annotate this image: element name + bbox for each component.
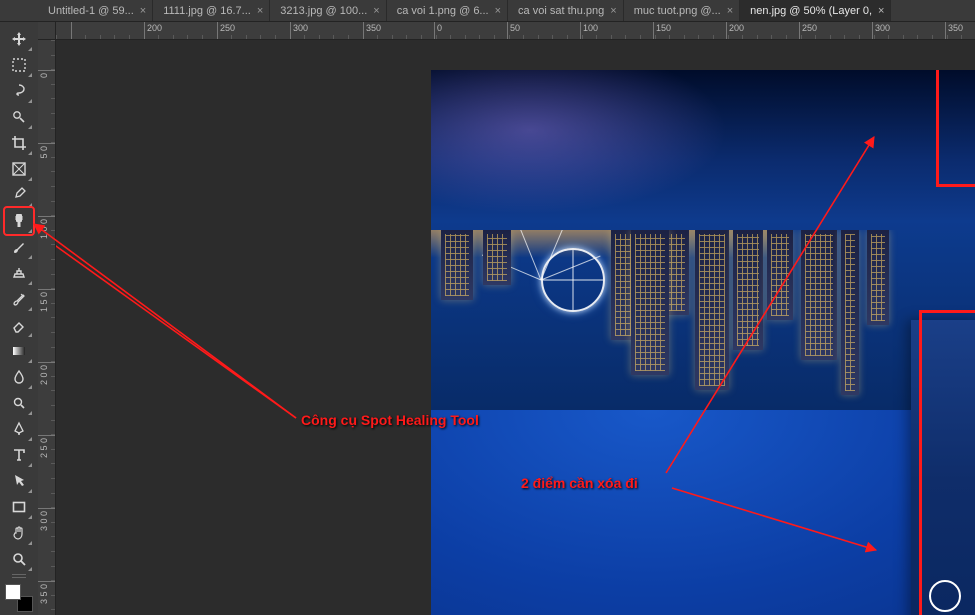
image-region-city: [431, 220, 975, 410]
brush-cursor: [929, 580, 961, 612]
ruler-tick-label: 200: [729, 23, 744, 33]
annotation-points-label: 2 điểm cần xóa đi: [521, 475, 638, 491]
path-selection-tool[interactable]: [5, 468, 33, 494]
color-swatches[interactable]: [5, 584, 33, 612]
crop-tool[interactable]: [5, 130, 33, 156]
spot-healing-brush-tool[interactable]: [5, 208, 33, 234]
doc-tab-label: nen.jpg @ 50% (Layer 0,: [750, 5, 872, 17]
doc-tab-label: Untitled-1 @ 59...: [48, 5, 134, 17]
foreground-color-swatch[interactable]: [5, 584, 21, 600]
ruler-tick-label: 3 0 0: [40, 511, 49, 531]
canvas-viewport[interactable]: Công cụ Spot Healing Tool 2 điểm cần xóa…: [56, 40, 975, 615]
quick-selection-tool[interactable]: [5, 104, 33, 130]
image-region-sky: [431, 410, 975, 615]
doc-tab-label: ca voi sat thu.png: [518, 5, 604, 17]
doc-tab[interactable]: nen.jpg @ 50% (Layer 0, ×: [740, 0, 891, 21]
zoom-tool[interactable]: [5, 546, 33, 572]
history-brush-tool[interactable]: [5, 286, 33, 312]
ruler-tick-label: 3 5 0: [40, 584, 49, 604]
tool-separator: [6, 572, 32, 580]
doc-tab[interactable]: ca voi sat thu.png ×: [508, 0, 624, 21]
tools-panel: [0, 22, 38, 615]
close-icon[interactable]: ×: [610, 5, 616, 17]
ruler-tick-label: 350: [366, 23, 381, 33]
pen-tool[interactable]: [5, 416, 33, 442]
ruler-tick-label: 50: [510, 23, 520, 33]
document-tabs: Untitled-1 @ 59...×1111.jpg @ 16.7...×32…: [0, 0, 975, 22]
ruler-tick-label: 250: [802, 23, 817, 33]
ruler-tick-label: 200: [147, 23, 162, 33]
ruler-tick-label: 1 5 0: [40, 292, 49, 312]
image-artifact-patch: [911, 320, 975, 615]
move-tool[interactable]: [5, 26, 33, 52]
blur-tool[interactable]: [5, 364, 33, 390]
ruler-tick-label: 350: [948, 23, 963, 33]
ruler-tick-label: 300: [875, 23, 890, 33]
ruler-tick-label: 2 5 0: [40, 438, 49, 458]
doc-tab-label: 1111.jpg @ 16.7...: [163, 5, 251, 17]
ruler-tick-label: 150: [656, 23, 671, 33]
annotation-spot-healing-label: Công cụ Spot Healing Tool: [301, 412, 479, 428]
doc-tab-label: ca voi 1.png @ 6...: [397, 5, 489, 17]
eraser-tool[interactable]: [5, 312, 33, 338]
eyedropper-tool[interactable]: [5, 182, 33, 208]
ruler-tick-label: 2 0 0: [40, 365, 49, 385]
doc-tab[interactable]: 1111.jpg @ 16.7... ×: [153, 0, 270, 21]
ruler-tick-label: 250: [220, 23, 235, 33]
rectangular-marquee-tool[interactable]: [5, 52, 33, 78]
ruler-tick-label: 1 0 0: [40, 219, 49, 239]
ruler-tick-label: 300: [293, 23, 308, 33]
ruler-tick-label: 100: [583, 23, 598, 33]
rectangle-tool[interactable]: [5, 494, 33, 520]
dodge-tool[interactable]: [5, 390, 33, 416]
close-icon[interactable]: ×: [495, 5, 501, 17]
document-canvas[interactable]: [431, 70, 975, 615]
close-icon[interactable]: ×: [140, 5, 146, 17]
close-icon[interactable]: ×: [878, 5, 884, 17]
close-icon[interactable]: ×: [257, 5, 263, 17]
ruler-origin[interactable]: [38, 22, 56, 40]
doc-tab[interactable]: 3213.jpg @ 100... ×: [270, 0, 386, 21]
close-icon[interactable]: ×: [373, 5, 379, 17]
doc-tab[interactable]: Untitled-1 @ 59... ×: [38, 0, 153, 21]
frame-tool[interactable]: [5, 156, 33, 182]
ruler-vertical[interactable]: 0 5 0 1 0 0 1 5 0 2 0 0 2 5 0 3 0 0 3 5 0: [38, 40, 56, 615]
hand-tool[interactable]: [5, 520, 33, 546]
gradient-tool[interactable]: [5, 338, 33, 364]
ruler-tick-label: 5 0: [40, 146, 49, 159]
image-region-water: [431, 70, 975, 220]
doc-tab[interactable]: ca voi 1.png @ 6... ×: [387, 0, 508, 21]
brush-tool[interactable]: [5, 234, 33, 260]
ruler-tick-label: 0: [40, 73, 49, 78]
doc-tab[interactable]: muc tuot.png @... ×: [624, 0, 740, 21]
lasso-tool[interactable]: [5, 78, 33, 104]
ruler-horizontal[interactable]: 200 250 300 350 0 50 100 150 200 250 300 350: [56, 22, 975, 40]
clone-stamp-tool[interactable]: [5, 260, 33, 286]
close-icon[interactable]: ×: [727, 5, 733, 17]
ruler-tick-label: 0: [437, 23, 442, 33]
doc-tab-label: muc tuot.png @...: [634, 5, 721, 17]
doc-tab-label: 3213.jpg @ 100...: [280, 5, 367, 17]
type-tool[interactable]: [5, 442, 33, 468]
